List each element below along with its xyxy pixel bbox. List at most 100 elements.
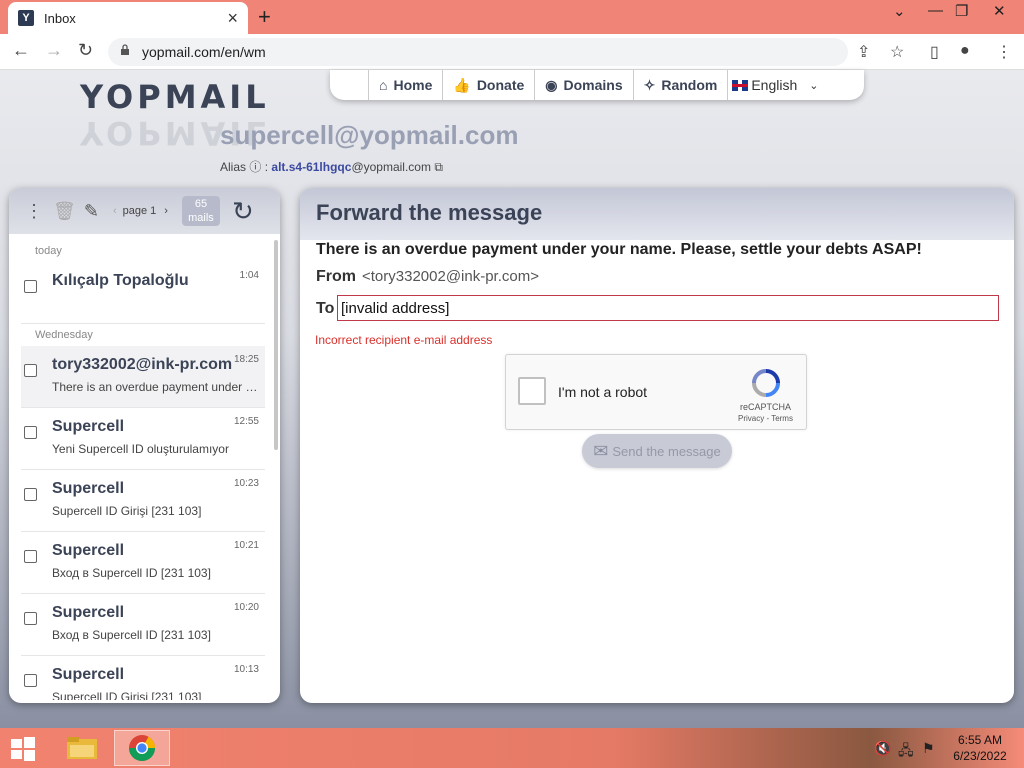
mail-subject: Supercell ID Girişi [231 103] [52,504,202,518]
action-center-icon[interactable]: ⚑ [922,740,935,757]
browser-tab[interactable]: Y Inbox × [8,2,248,34]
mail-time: 1:04 [239,270,259,281]
mail-checkbox[interactable] [24,488,37,501]
mail-sender: Supercell [52,480,125,497]
mail-time: 10:13 [233,664,259,675]
recaptcha-logo-icon [752,369,780,397]
alias-value[interactable]: alt.s4-61lhgqc [271,160,351,174]
share-icon[interactable]: ⇪ [857,42,870,62]
nav-donate[interactable]: 👍 Donate [442,70,534,100]
url-text: yopmail.com/en/wm [142,44,266,60]
compose-pencil-icon[interactable]: ✎ [84,201,99,222]
mail-time: 10:20 [233,602,259,613]
thumbs-up-icon: 👍 [453,76,471,93]
recipient-input[interactable] [337,295,999,321]
mail-sender: Supercell [52,418,125,435]
close-window-icon[interactable]: ✕ [993,2,1006,20]
copy-icon[interactable]: ⧉ [434,160,443,174]
list-item[interactable]: tory332002@ink-pr.com 18:25 There is an … [21,346,265,408]
clock-time: 6:55 AM [957,733,1003,747]
bookmark-star-icon[interactable]: ☆ [890,42,904,62]
forward-header: Forward the message [300,188,1014,240]
minimize-icon[interactable]: — [928,2,943,19]
more-options-icon[interactable]: ⋮ [25,201,43,222]
mail-checkbox[interactable] [24,550,37,563]
mail-time: 10:21 [233,540,259,551]
uk-flag-icon [732,79,749,91]
yopmail-logo[interactable]: YOPMAIL [80,78,270,116]
file-explorer-taskbar-button[interactable] [54,730,110,766]
lock-icon [121,44,129,55]
next-page-icon[interactable]: › [164,205,168,217]
list-item[interactable]: Supercell 10:23 Supercell ID Girişi [231… [21,470,265,532]
inbox-panel: ⋮ 🗑 ✎ ‹ page 1 › 65 mails ↻ today Kılıça… [9,188,280,703]
top-navigation: ⌂ Home 👍 Donate ◉ Domains ✧ Random Engli… [330,70,864,100]
forward-icon[interactable]: → [45,40,63,61]
back-icon[interactable]: ← [12,40,30,61]
mail-checkbox[interactable] [24,280,37,293]
refresh-icon[interactable]: ↻ [232,196,254,227]
from-value: <tory332002@ink-pr.com> [362,268,539,285]
nav-home[interactable]: ⌂ Home [368,70,442,100]
mail-sender: Supercell [52,604,125,621]
network-icon[interactable]: 🖧 [898,740,914,764]
address-bar[interactable]: yopmail.com/en/wm [108,38,848,66]
volume-muted-icon[interactable]: 🔇 [874,740,891,757]
page-label: page 1 [122,205,157,217]
close-tab-icon[interactable]: × [227,8,238,29]
system-clock[interactable]: 6:55 AM 6/23/2022 [950,732,1010,764]
chevron-down-icon[interactable]: ⌄ [893,2,906,20]
yopmail-page: YOPMAIL YOPMAIL ⌂ Home 👍 Donate ◉ Domain… [0,70,1024,728]
mail-checkbox[interactable] [24,674,37,687]
windows-taskbar: 🔇 🖧 ⚑ 6:55 AM 6/23/2022 [0,728,1024,768]
nav-random[interactable]: ✧ Random [632,70,728,100]
mail-checkbox[interactable] [24,364,37,377]
recaptcha-checkbox[interactable] [518,377,546,405]
inbox-scrollbar[interactable] [274,240,278,450]
prev-page-icon[interactable]: ‹ [113,205,117,217]
list-item[interactable]: Supercell 10:20 Вход в Supercell ID [231… [21,594,265,656]
nav-donate-label: Donate [476,77,525,93]
reload-icon[interactable]: ↻ [78,40,93,61]
pager: ‹ page 1 › [113,205,168,217]
browser-toolbar: ← → ↻ yopmail.com/en/wm ⇪ ☆ ▯ ● ⋮ [0,34,1024,70]
home-icon: ⌂ [379,77,388,93]
mail-subject: There is an overdue payment under your n… [52,380,262,394]
nav-random-label: Random [661,77,718,93]
recipient-error: Incorrect recipient e-mail address [315,333,493,347]
windows-start-icon[interactable] [10,736,36,762]
alias-separator: : [264,160,269,174]
nav-domains[interactable]: ◉ Domains [534,70,632,100]
mail-checkbox[interactable] [24,612,37,625]
list-item[interactable]: Supercell 10:21 Вход в Supercell ID [231… [21,532,265,594]
mail-time: 10:23 [233,478,259,489]
new-tab-icon[interactable]: + [258,4,271,30]
profile-avatar-icon[interactable]: ● [960,42,970,60]
list-item[interactable]: Kılıçalp Topaloğlu 1:04 [21,262,265,324]
restore-icon[interactable]: ❐ [955,2,968,20]
folder-icon [67,737,97,759]
side-panel-icon[interactable]: ▯ [930,42,939,62]
alias-domain: @yopmail.com [351,160,431,174]
recaptcha-links[interactable]: Privacy - Terms [738,414,793,423]
language-select[interactable]: English ⌄ [727,70,822,100]
mail-sender: Kılıçalp Topaloğlu [52,272,189,289]
trash-icon[interactable]: 🗑 [53,201,76,222]
more-menu-icon[interactable]: ⋮ [996,42,1012,62]
info-icon[interactable]: ⓘ [249,160,261,174]
day-label-today: today [35,245,62,257]
forward-panel: Forward the message There is an overdue … [300,188,1014,703]
list-item[interactable]: Supercell 10:13 Supercell ID Girişi [231… [21,656,265,700]
send-label: Send the message [612,443,721,459]
mail-checkbox[interactable] [24,426,37,439]
mail-sender: Supercell [52,542,125,559]
send-message-button[interactable]: ✉ Send the message [582,434,732,468]
mail-time: 18:25 [233,354,259,365]
globe-icon: ◉ [545,76,558,93]
envelope-icon: ✉ [593,440,609,461]
mail-time: 12:55 [233,416,259,427]
list-item[interactable]: Supercell 12:55 Yeni Supercell ID oluştu… [21,408,265,470]
chrome-taskbar-button[interactable] [114,730,170,766]
to-label: To [316,300,335,317]
nav-domains-label: Domains [563,77,623,93]
